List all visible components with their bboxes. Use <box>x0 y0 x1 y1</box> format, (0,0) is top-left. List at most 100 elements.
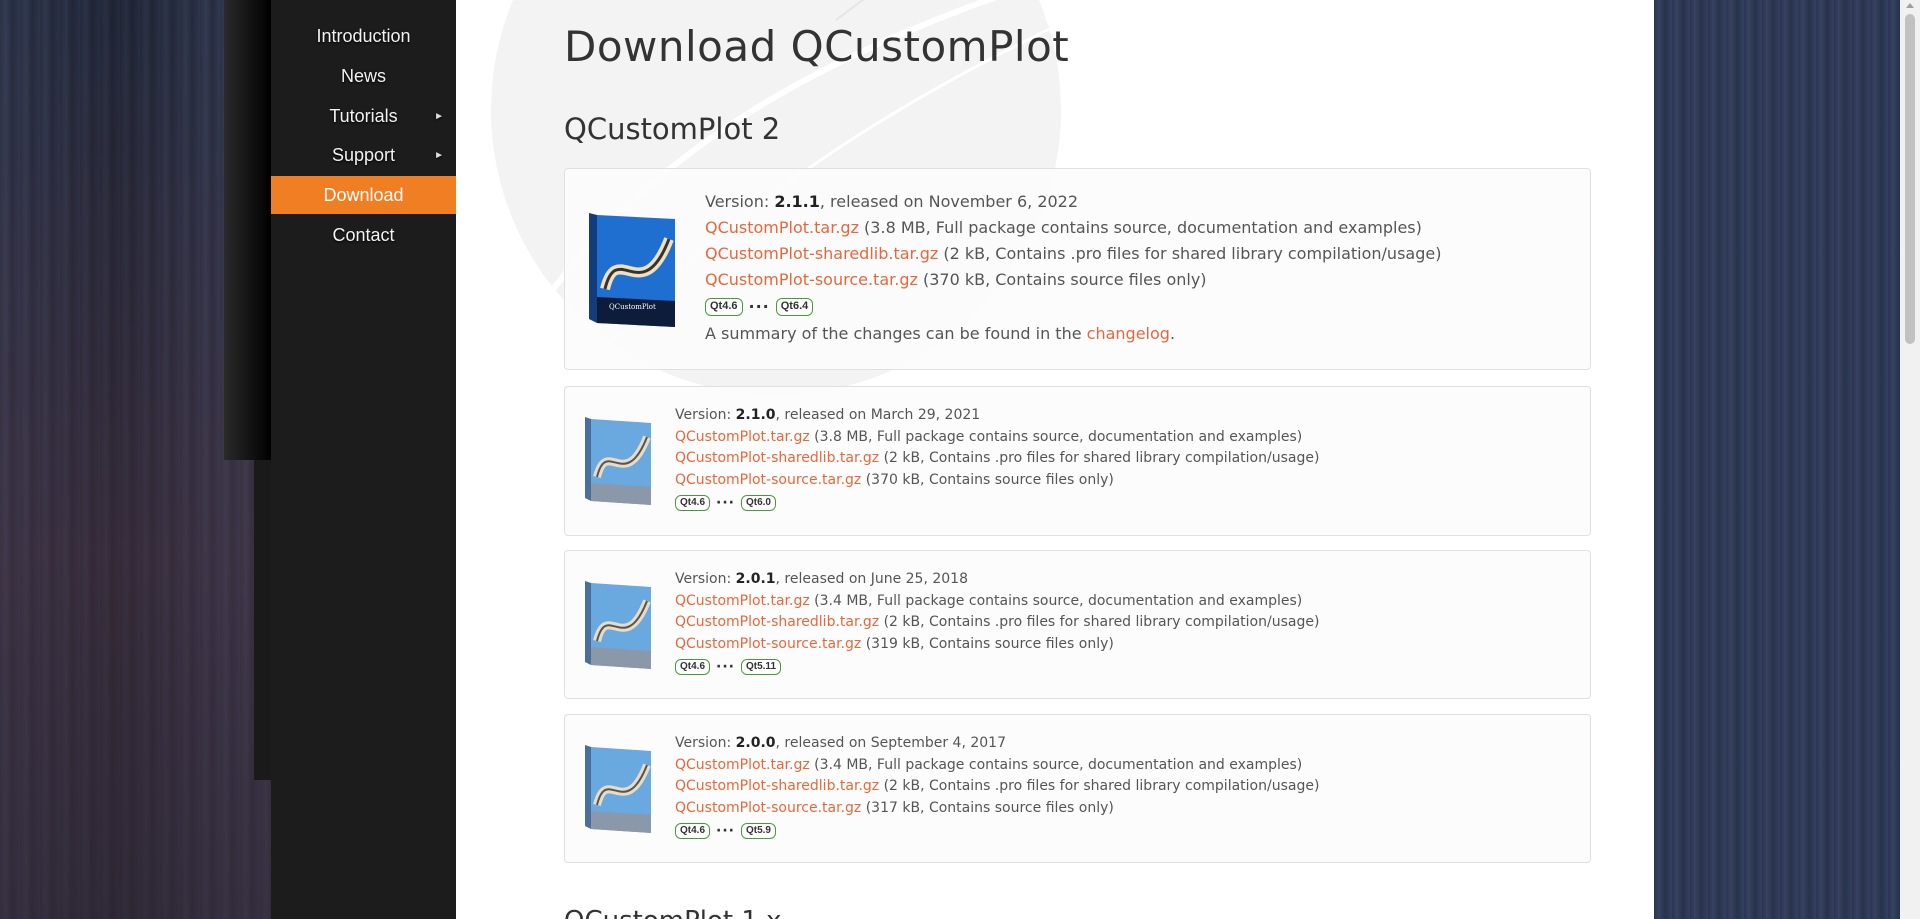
nav-item-news[interactable]: News <box>271 57 456 95</box>
download-link-full[interactable]: QCustomPlot.tar.gz <box>705 218 859 237</box>
changelog-link[interactable]: changelog <box>1087 324 1170 343</box>
qt-compat-tags: Qt4.6 ··· Qt6.4 <box>705 293 1441 321</box>
file-line: QCustomPlot-sharedlib.tar.gz (2 kB, Cont… <box>675 612 1319 634</box>
nav-item-label: Introduction <box>316 25 411 46</box>
scroll-up-arrow-icon[interactable] <box>1906 3 1914 8</box>
file-description: (3.4 MB, Full package contains source, d… <box>809 756 1303 773</box>
vertical-scrollbar[interactable] <box>1900 0 1920 919</box>
version-number: 2.0.1 <box>735 571 776 587</box>
version-line: Version: 2.0.1, released on June 25, 201… <box>675 569 1319 591</box>
file-line: QCustomPlot.tar.gz (3.4 MB, Full package… <box>675 755 1319 777</box>
next-section-title-partial: QCustomPlot 1.x <box>564 906 782 919</box>
download-link-source[interactable]: QCustomPlot-source.tar.gz <box>705 270 918 289</box>
scrollbar-thumb[interactable] <box>1905 14 1915 344</box>
qt-version-tag-from[interactable]: Qt4.6 <box>675 495 711 512</box>
file-line: QCustomPlot.tar.gz (3.8 MB, Full package… <box>675 427 1319 449</box>
release-date: , released on November 6, 2022 <box>819 192 1079 211</box>
file-description: (3.4 MB, Full package contains source, d… <box>809 592 1303 609</box>
main-content: Download QCustomPlot QCustomPlot 2 QCust… <box>456 0 1654 919</box>
nav-item-label: News <box>340 65 386 86</box>
download-link-sharedlib[interactable]: QCustomPlot-sharedlib.tar.gz <box>675 614 879 630</box>
file-description: (2 kB, Contains .pro files for shared li… <box>879 450 1320 467</box>
file-line: QCustomPlot-source.tar.gz (317 kB, Conta… <box>675 798 1319 820</box>
release-panel-featured: QCustomPlot Version: 2.1.1, released on … <box>564 168 1591 370</box>
product-box-icon <box>585 417 651 505</box>
file-description: (317 kB, Contains source files only) <box>861 799 1114 816</box>
version-number: 2.0.0 <box>735 735 776 751</box>
page-title: Download QCustomPlot <box>564 22 1070 71</box>
release-info: Version: 2.1.1, released on November 6, … <box>705 189 1441 347</box>
release-info: Version: 2.1.0, released on March 29, 20… <box>675 405 1319 515</box>
download-link-source[interactable]: QCustomPlot-source.tar.gz <box>675 636 861 652</box>
qt-version-tag-from[interactable]: Qt4.6 <box>675 659 711 676</box>
left-decor-strip <box>224 0 271 460</box>
file-description: (3.8 MB, Full package contains source, d… <box>809 428 1303 445</box>
nav-item-download[interactable]: Download <box>271 176 468 214</box>
ellipsis: ··· <box>716 658 735 675</box>
release-date: , released on March 29, 2021 <box>775 407 981 423</box>
download-link-source[interactable]: QCustomPlot-source.tar.gz <box>675 800 861 816</box>
nav-item-support[interactable]: Support ► <box>271 136 456 174</box>
nav-item-tutorials[interactable]: Tutorials ► <box>271 97 456 135</box>
qt-version-tag-from[interactable]: Qt4.6 <box>675 823 711 840</box>
file-description: (2 kB, Contains .pro files for shared li… <box>879 614 1320 631</box>
file-line: QCustomPlot-sharedlib.tar.gz (2 kB, Cont… <box>675 776 1319 798</box>
file-line: QCustomPlot-source.tar.gz (319 kB, Conta… <box>675 634 1319 656</box>
nav-item-label: Support <box>331 144 396 165</box>
changelog-suffix: . <box>1169 324 1176 343</box>
download-link-sharedlib[interactable]: QCustomPlot-sharedlib.tar.gz <box>705 244 938 263</box>
version-number: 2.1.1 <box>774 192 820 211</box>
file-line: QCustomPlot-sharedlib.tar.gz (2 kB, Cont… <box>675 448 1319 470</box>
release-panel: Version: 2.0.0, released on September 4,… <box>564 714 1591 863</box>
release-panel: Version: 2.0.1, released on June 25, 201… <box>564 550 1591 699</box>
version-line: Version: 2.0.0, released on September 4,… <box>675 733 1319 755</box>
qt-compat-tags: Qt4.6 ··· Qt5.11 <box>675 655 1319 679</box>
product-box-icon <box>585 581 651 669</box>
download-link-sharedlib[interactable]: QCustomPlot-sharedlib.tar.gz <box>675 778 879 794</box>
file-line: QCustomPlot-sharedlib.tar.gz (2 kB, Cont… <box>705 241 1441 267</box>
qt-version-tag-to[interactable]: Qt6.4 <box>775 298 814 316</box>
version-label: Version: <box>675 571 736 587</box>
submenu-arrow-icon: ► <box>434 110 444 122</box>
changelog-line: A summary of the changes can be found in… <box>705 321 1441 347</box>
download-link-full[interactable]: QCustomPlot.tar.gz <box>675 593 810 609</box>
version-line: Version: 2.1.1, released on November 6, … <box>705 189 1441 215</box>
version-label: Version: <box>705 192 775 211</box>
download-link-sharedlib[interactable]: QCustomPlot-sharedlib.tar.gz <box>675 450 879 466</box>
qt-compat-tags: Qt4.6 ··· Qt5.9 <box>675 819 1319 843</box>
file-line: QCustomPlot.tar.gz (3.8 MB, Full package… <box>705 215 1441 241</box>
product-box-caption: QCustomPlot <box>609 303 656 311</box>
product-box-icon <box>585 745 651 833</box>
ellipsis: ··· <box>748 297 770 316</box>
ellipsis: ··· <box>716 822 735 839</box>
qt-version-tag-from[interactable]: Qt4.6 <box>705 298 743 316</box>
release-panel: Version: 2.1.0, released on March 29, 20… <box>564 386 1591 536</box>
submenu-arrow-icon: ► <box>434 149 444 161</box>
release-info: Version: 2.0.1, released on June 25, 201… <box>675 569 1319 679</box>
nav-item-contact[interactable]: Contact <box>271 216 456 254</box>
qt-version-tag-to[interactable]: Qt6.0 <box>740 495 776 512</box>
version-number: 2.1.0 <box>735 407 776 423</box>
version-line: Version: 2.1.0, released on March 29, 20… <box>675 405 1319 427</box>
changelog-prefix: A summary of the changes can be found in… <box>705 324 1087 343</box>
download-link-full[interactable]: QCustomPlot.tar.gz <box>675 429 810 445</box>
section-title: QCustomPlot 2 <box>564 112 781 146</box>
file-line: QCustomPlot-source.tar.gz (370 kB, Conta… <box>705 267 1441 293</box>
qt-version-tag-to[interactable]: Qt5.9 <box>740 823 776 840</box>
release-info: Version: 2.0.0, released on September 4,… <box>675 733 1319 843</box>
right-decor-strip <box>1654 0 1900 919</box>
release-date: , released on June 25, 2018 <box>775 571 968 587</box>
nav-item-introduction[interactable]: Introduction <box>271 17 456 55</box>
ellipsis: ··· <box>716 494 735 511</box>
qt-version-tag-to[interactable]: Qt5.11 <box>740 659 782 676</box>
download-link-source[interactable]: QCustomPlot-source.tar.gz <box>675 472 861 488</box>
file-line: QCustomPlot.tar.gz (3.4 MB, Full package… <box>675 591 1319 613</box>
download-link-full[interactable]: QCustomPlot.tar.gz <box>675 757 810 773</box>
version-label: Version: <box>675 407 736 423</box>
version-label: Version: <box>675 735 736 751</box>
qt-compat-tags: Qt4.6 ··· Qt6.0 <box>675 491 1319 515</box>
sidebar-nav: Introduction News Tutorials ► Support ► … <box>271 0 468 919</box>
nav-item-label: Tutorials <box>329 105 398 126</box>
product-box-icon: QCustomPlot <box>589 213 675 327</box>
nav-item-label: Contact <box>332 224 395 245</box>
